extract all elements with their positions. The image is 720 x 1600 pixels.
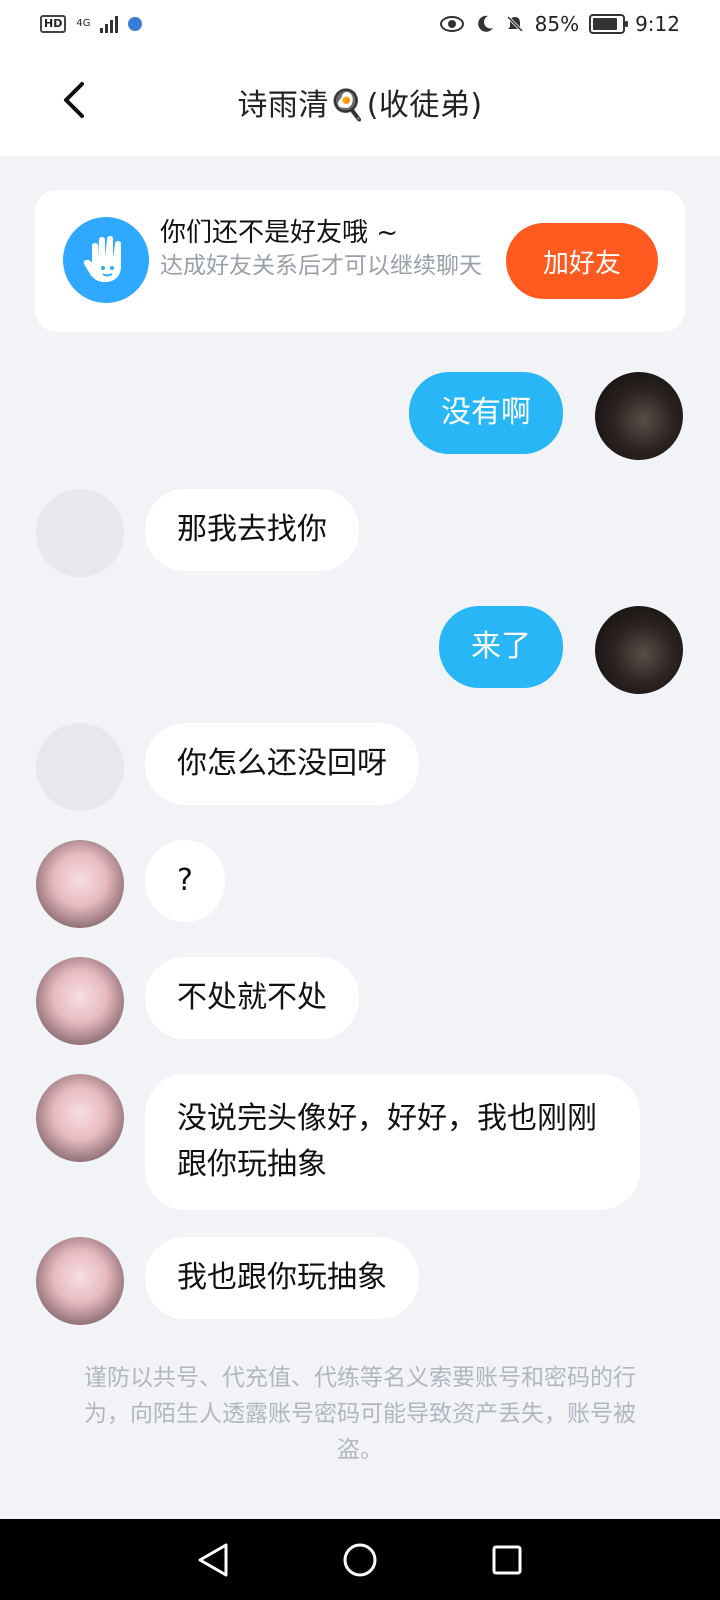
- triangle-back-icon: [198, 1543, 228, 1576]
- message-bubble-incoming[interactable]: 那我去找你: [145, 489, 359, 571]
- message-bubble-incoming[interactable]: 不处就不处: [145, 957, 359, 1039]
- message-bubble-incoming[interactable]: 我也跟你玩抽象: [145, 1237, 419, 1319]
- hand-wave-icon: [63, 217, 149, 303]
- friend-request-card: 你们还不是好友哦 ~ 达成好友关系后才可以继续聊天 加好友: [35, 190, 685, 332]
- signal-icon: [100, 15, 119, 33]
- hd-icon: HD: [40, 15, 67, 33]
- circle-home-icon: [343, 1543, 377, 1576]
- message-bubble-outgoing[interactable]: 来了: [439, 606, 563, 688]
- battery-icon: [589, 14, 629, 34]
- security-notice: 谨防以共号、代充值、代练等名义索要账号和密码的行为，向陌生人透露账号密码可能导致…: [84, 1365, 636, 1463]
- message-bubble-incoming[interactable]: ?: [145, 840, 225, 922]
- network-type: 4G: [76, 18, 91, 29]
- browser-icon: [128, 17, 143, 31]
- my-avatar[interactable]: [595, 606, 683, 694]
- contact-avatar[interactable]: [36, 1074, 124, 1162]
- message-bubble-incoming[interactable]: 你怎么还没回呀: [145, 723, 419, 805]
- mute-bell-icon: [506, 15, 523, 33]
- nav-home-button[interactable]: [330, 1530, 390, 1590]
- message-bubble-outgoing[interactable]: 没有啊: [409, 372, 563, 454]
- nav-recent-button[interactable]: [477, 1530, 537, 1590]
- message-bubble-incoming[interactable]: 没说完头像好，好好，我也刚刚跟你玩抽象: [145, 1074, 640, 1210]
- status-right: 85% 9:12: [439, 12, 680, 36]
- square-recent-icon: [492, 1545, 522, 1574]
- status-left: HD 4G: [40, 15, 143, 33]
- clock: 9:12: [635, 12, 680, 36]
- battery-percent: 85%: [534, 12, 580, 36]
- status-bar: HD 4G 85% 9:12: [0, 0, 720, 48]
- back-arrow-icon: [64, 82, 84, 118]
- moon-icon: [477, 15, 493, 32]
- back-button[interactable]: [44, 70, 104, 130]
- chat-header: 诗雨清🍳(收徒弟): [0, 48, 720, 156]
- friend-card-title: 你们还不是好友哦 ~: [160, 218, 399, 248]
- contact-avatar[interactable]: [36, 957, 124, 1045]
- chat-title: 诗雨清🍳(收徒弟): [237, 88, 483, 123]
- eye-icon: [439, 16, 464, 32]
- contact-avatar[interactable]: [36, 840, 124, 928]
- system-nav-bar: [0, 1519, 720, 1600]
- contact-avatar[interactable]: [36, 1237, 124, 1325]
- add-friend-button[interactable]: 加好友: [506, 223, 658, 299]
- nav-back-button[interactable]: [183, 1530, 243, 1590]
- friend-card-subtitle: 达成好友关系后才可以继续聊天: [160, 253, 482, 279]
- contact-avatar[interactable]: [36, 489, 124, 577]
- my-avatar[interactable]: [595, 372, 683, 460]
- contact-avatar[interactable]: [36, 723, 124, 811]
